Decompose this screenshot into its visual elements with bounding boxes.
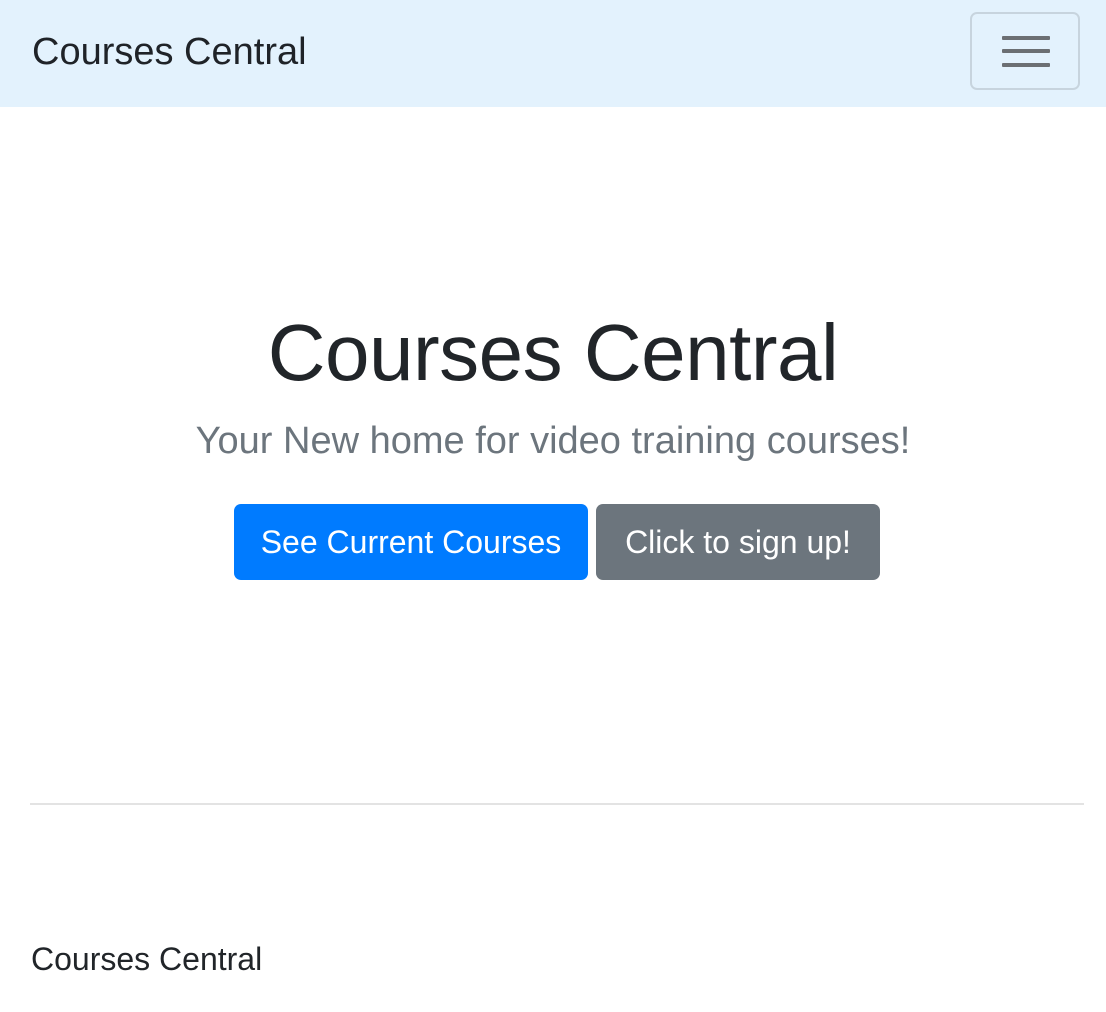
navbar-brand[interactable]: Courses Central bbox=[32, 28, 307, 76]
navbar: Courses Central bbox=[0, 0, 1106, 107]
navbar-toggler-button[interactable] bbox=[970, 12, 1080, 90]
see-current-courses-button[interactable]: See Current Courses bbox=[234, 504, 588, 580]
footer-divider bbox=[30, 803, 1084, 805]
hero-lead: Your New home for video training courses… bbox=[195, 420, 911, 462]
sign-up-button[interactable]: Click to sign up! bbox=[596, 504, 880, 580]
footer-text: Courses Central bbox=[31, 941, 263, 977]
hero-title: Courses Central bbox=[267, 308, 839, 397]
